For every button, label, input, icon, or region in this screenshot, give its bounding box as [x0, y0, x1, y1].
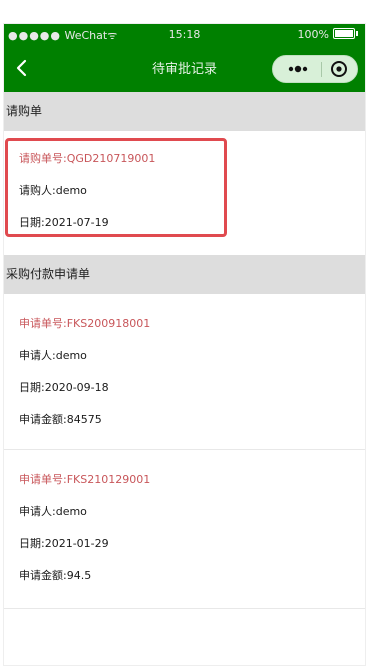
more-button[interactable] [281, 59, 315, 79]
applicant-value: demo [55, 349, 87, 362]
request-code-line: 请购单号:QGD210719001 [19, 150, 155, 166]
request-date-label: 日期: [19, 216, 45, 229]
payment-date-value: 2020-09-18 [44, 381, 109, 394]
request-code-label: 请购单号: [19, 152, 67, 165]
payment-date-label: 日期: [19, 537, 45, 550]
payment-amount-label: 申请金额: [19, 569, 67, 582]
payment-date-value: 2021-01-29 [44, 537, 109, 550]
status-bar: ●●●●● WeChatᯤ 15:18 100% [4, 24, 365, 46]
payment-date-label: 日期: [19, 381, 45, 394]
payment-amount-value: 84575 [66, 413, 102, 426]
requester-label: 请购人: [19, 184, 56, 197]
target-circle-icon [331, 61, 347, 77]
payment-request-card[interactable]: 申请单号:FKS210129001 申请人:demo 日期:2021-01-29… [4, 450, 365, 608]
chevron-left-icon [16, 59, 27, 77]
payment-request-card[interactable]: 申请单号:FKS200918001 申请人:demo 日期:2020-09-18… [4, 294, 365, 449]
back-button[interactable] [10, 56, 34, 80]
applicant-label: 申请人: [19, 505, 56, 518]
payment-code-label: 申请单号: [19, 473, 67, 486]
applicant-value: demo [55, 505, 87, 518]
purchase-request-card[interactable]: 请购单号:QGD210719001 请购人:demo 日期:2021-07-19 [4, 131, 365, 255]
payment-date-line: 日期:2020-09-18 [19, 379, 109, 395]
request-code-value: QGD210719001 [66, 152, 156, 165]
payment-code-value: FKS210129001 [66, 473, 151, 486]
request-date-value: 2021-07-19 [44, 216, 109, 229]
request-date-line: 日期:2021-07-19 [19, 214, 109, 230]
battery-icon [333, 28, 358, 39]
more-dots-icon [288, 65, 308, 73]
miniprogram-capsule [272, 55, 358, 83]
payment-code-line: 申请单号:FKS200918001 [19, 315, 150, 331]
requester-line: 请购人:demo [19, 182, 87, 198]
payment-code-value: FKS200918001 [66, 317, 151, 330]
requester-value: demo [55, 184, 87, 197]
payment-amount-line: 申请金额:84575 [19, 411, 102, 427]
applicant-line: 申请人:demo [19, 503, 87, 519]
section-header-payment-request: 采购付款申请单 [4, 255, 365, 294]
applicant-label: 申请人: [19, 349, 56, 362]
capsule-divider [321, 62, 322, 77]
payment-code-line: 申请单号:FKS210129001 [19, 471, 150, 487]
close-miniprogram-button[interactable] [328, 59, 350, 79]
section-header-purchase-request: 请购单 [4, 92, 365, 131]
app-header: ●●●●● WeChatᯤ 15:18 100% 待审批记录 [4, 24, 365, 92]
payment-amount-value: 94.5 [66, 569, 92, 582]
phone-screen: ●●●●● WeChatᯤ 15:18 100% 待审批记录 请购单 请购单号:… [4, 24, 365, 665]
payment-code-label: 申请单号: [19, 317, 67, 330]
battery-status: 100% [297, 28, 358, 41]
payment-amount-line: 申请金额:94.5 [19, 567, 91, 583]
card-divider [4, 608, 365, 609]
payment-amount-label: 申请金额: [19, 413, 67, 426]
page-title: 待审批记录 [151, 62, 217, 77]
payment-date-line: 日期:2021-01-29 [19, 535, 109, 551]
navigation-bar: 待审批记录 [4, 46, 365, 92]
applicant-line: 申请人:demo [19, 347, 87, 363]
battery-percent: 100% [297, 28, 329, 41]
